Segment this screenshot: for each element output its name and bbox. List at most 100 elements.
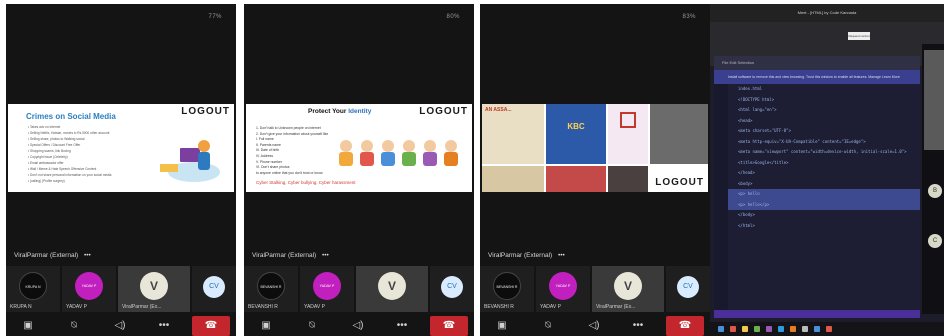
slide-logo: LOGOUT [419,106,468,117]
taskbar-app-icon[interactable] [730,326,736,332]
slide-title: Crimes on Social Media [26,112,116,121]
trust-notice: Install software to remove this and view… [714,70,920,84]
presenter-label: ViralParmar (External) ••• [252,252,329,259]
shared-slide: Crimes on Social Media LOGOUT • Takes ad… [8,104,234,192]
more-icon[interactable]: ••• [154,319,174,333]
collage-image: AN ASSA... [482,104,544,164]
speaker-icon[interactable]: ◁) [584,319,604,333]
kid-body [402,152,416,166]
speaker-icon[interactable]: ◁) [110,319,130,333]
taskbar-app-icon[interactable] [802,326,808,332]
presenter-video [924,50,944,150]
avatar: KRUPA N [19,272,47,300]
phone-screen-1: 77% Crimes on Social Media LOGOUT • Take… [6,4,236,336]
participant-tile[interactable]: KRUPA N KRUPA N [6,266,60,312]
collage-image [608,166,648,192]
code-line[interactable]: <meta http-equiv="X-UA-Compatible" conte… [714,137,920,148]
code-line[interactable]: <p> hello [714,189,920,200]
slide-logo: LOGOUT [181,106,230,117]
participant-tile[interactable]: V [356,266,428,312]
participant-tile[interactable]: BEVANSHI R BEVANSHI R [480,266,534,312]
avatar: YADAV P [313,272,341,300]
code-line[interactable]: <body> [714,179,920,190]
avatar: CV [203,276,225,298]
participant-tile[interactable]: CV [666,266,710,312]
phone-screen-2: 80% Protect Your Identity LOGOUT 1. Don'… [244,4,474,336]
participant-name: YADAV P [304,304,325,310]
more-icon[interactable]: ••• [392,319,412,333]
kid-body [423,152,437,166]
hangup-icon[interactable]: ☎ [192,316,230,336]
avatar: C [928,234,942,248]
code-line[interactable]: <meta charset="UTF-8"> [714,126,920,137]
kid-body [381,152,395,166]
mic-off-icon[interactable]: ⍉ [302,319,322,333]
hangup-icon[interactable]: ☎ [666,316,704,336]
kid-head [361,140,373,152]
taskbar-app-icon[interactable] [718,326,724,332]
kid-head [424,140,436,152]
code-line[interactable]: <p> hello</p> [714,199,920,210]
call-controls: ▣ ⍉ ◁) ••• ☎ [480,316,710,336]
hangup-icon[interactable]: ☎ [430,316,468,336]
participant-tile[interactable]: YADAV P YADAV P [536,266,590,312]
camera-off-icon[interactable]: ▣ [18,319,38,333]
kid-head [403,140,415,152]
taskbar-app-icon[interactable] [814,326,820,332]
participant-strip: BEVANSHI R BEVANSHI R YADAV P YADAV P V … [480,266,710,312]
code-line[interactable]: <!DOCTYPE html> [714,95,920,106]
more-icon[interactable]: ••• [84,252,91,259]
code-line[interactable]: <head> [714,116,920,127]
code-line[interactable]: <html lang="en"> [714,105,920,116]
mic-off-icon[interactable]: ⍉ [64,319,84,333]
taskbar-app-icon[interactable] [778,326,784,332]
speaker-icon[interactable]: ◁) [348,319,368,333]
camera-off-icon[interactable]: ▣ [256,319,276,333]
code-line[interactable]: index.html [714,84,920,95]
participant-name: YADAV P [540,304,561,310]
kids-illustration [339,140,458,166]
slide-title: Protect Your Identity [308,108,372,115]
code-line[interactable]: <title>Google</title> [714,158,920,169]
kid-head [340,140,352,152]
slide-illustration [160,140,220,182]
code-line[interactable]: </head> [714,168,920,179]
taskbar-app-icon[interactable] [826,326,832,332]
code-line[interactable]: <meta name="viewport" content="width=dev… [714,147,920,158]
screenshot-collage: 77% Crimes on Social Media LOGOUT • Take… [0,0,944,336]
kid-head [445,140,457,152]
code-line[interactable]: </body> [714,210,920,221]
taskbar-app-icon[interactable] [790,326,796,332]
more-icon[interactable]: ••• [322,252,329,259]
participant-tile[interactable]: BEVANSHI R BEVANSHI R [244,266,298,312]
participant-tile[interactable]: YADAV P YADAV P [300,266,354,312]
avatar: YADAV P [549,272,577,300]
shared-slide: AN ASSA... KBC LOGOUT [482,104,708,192]
editor-menu-bar[interactable]: File Edit Selection [714,56,920,70]
more-icon[interactable]: ••• [628,319,648,333]
participant-tile[interactable]: CV [430,266,474,312]
participant-name: YADAV P [66,304,87,310]
request-control-button[interactable]: Request control [848,32,870,40]
participant-tile[interactable]: CV [192,266,236,312]
camera-off-icon[interactable]: ▣ [492,319,512,333]
battery-status: 83% [682,14,696,20]
shared-screen-view: Meet - [HTML] by Code Kannada Request co… [710,4,944,336]
mic-off-icon[interactable]: ⍉ [538,319,558,333]
participant-tile[interactable]: YADAV P YADAV P [62,266,116,312]
code-line[interactable]: </html> [714,221,920,232]
code-lines: index.html <!DOCTYPE html> <html lang="en"… [714,84,920,231]
more-icon[interactable]: ••• [558,252,565,259]
taskbar-app-icon[interactable] [754,326,760,332]
participant-tile[interactable]: V ViralParmar (Ex... [592,266,664,312]
taskbar-app-icon[interactable] [742,326,748,332]
participant-name: KRUPA N [10,304,32,310]
avatar: CV [441,276,463,298]
participant-tile[interactable]: V ViralParmar (Ex... [118,266,190,312]
shared-slide: Protect Your Identity LOGOUT 1. Don't ta… [246,104,472,192]
battery-status: 80% [446,14,460,20]
taskbar-app-icon[interactable] [766,326,772,332]
avatar: V [614,272,642,300]
collage-image [482,166,544,192]
code-editor[interactable]: index.html <!DOCTYPE html> <html lang="en"… [714,84,920,310]
